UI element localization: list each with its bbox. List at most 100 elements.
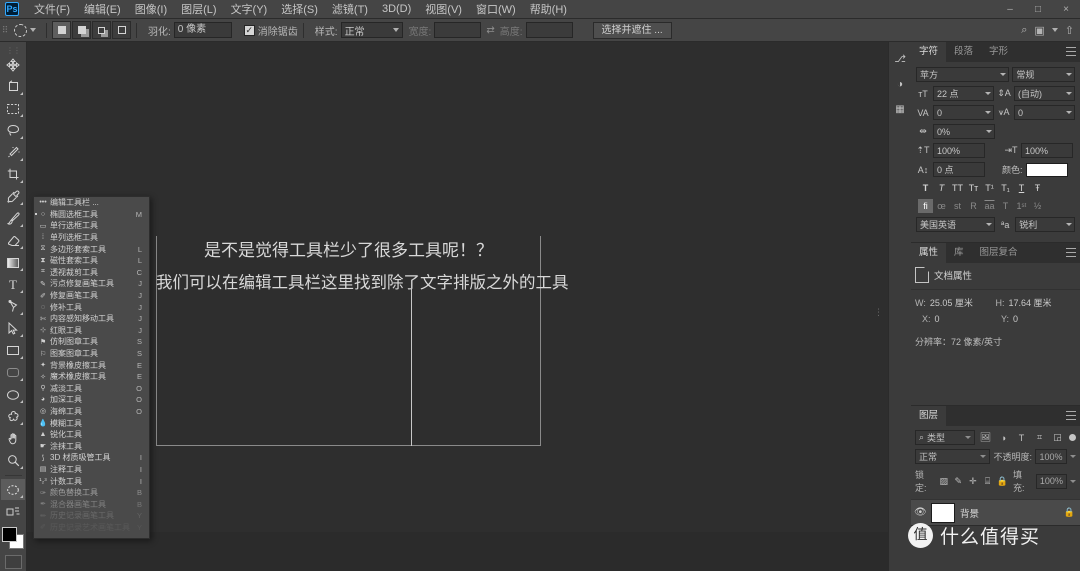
flyout-item-patch-tool[interactable]: ◌ 修补工具 J bbox=[34, 301, 149, 313]
flyout-item-spot-healing-brush[interactable]: ✎ 污点修复画笔工具 J bbox=[34, 278, 149, 290]
flyout-item-polygonal-lasso[interactable]: ⧖ 多边形套索工具 L bbox=[34, 243, 149, 255]
smart-object-filter-icon[interactable]: ◲ bbox=[1050, 430, 1065, 445]
lock-position-icon[interactable]: ✛ bbox=[967, 476, 979, 487]
rectangular-marquee-tool[interactable] bbox=[1, 98, 25, 119]
artboard-tool[interactable] bbox=[1, 76, 25, 97]
eyedropper-tool[interactable] bbox=[1, 186, 25, 207]
pixel-filter-icon[interactable]: 🖼 bbox=[978, 430, 993, 445]
contextual-alternates-button[interactable]: œ bbox=[934, 199, 949, 213]
flyout-item-3d-material-eyedropper[interactable]: ⟆ 3D 材质吸管工具 I bbox=[34, 452, 149, 464]
menu-help[interactable]: 帮助(H) bbox=[523, 0, 574, 19]
small-caps-button[interactable]: Tт bbox=[966, 181, 981, 195]
menu-layer[interactable]: 图层(L) bbox=[174, 0, 223, 19]
flyout-item-single-column-marquee[interactable]: ⁞ 单列选框工具 bbox=[34, 232, 149, 244]
rounded-rectangle-tool[interactable] bbox=[1, 362, 25, 383]
width-input[interactable] bbox=[434, 22, 482, 38]
flyout-item-sponge-tool[interactable]: ◎ 海绵工具 O bbox=[34, 406, 149, 418]
menu-file[interactable]: 文件(F) bbox=[27, 0, 77, 19]
flyout-item-pattern-stamp[interactable]: ⚐ 图案图章工具 S bbox=[34, 348, 149, 360]
underline-button[interactable]: T bbox=[1014, 181, 1029, 195]
tsume-input[interactable]: 0% bbox=[933, 124, 995, 139]
tracking-input[interactable]: 0 bbox=[1014, 105, 1075, 120]
menu-image[interactable]: 图像(I) bbox=[128, 0, 174, 19]
rectangle-tool[interactable] bbox=[1, 340, 25, 361]
menu-3d[interactable]: 3D(D) bbox=[375, 1, 418, 17]
color-icon[interactable]: ◑ bbox=[891, 75, 910, 94]
tab-layers[interactable]: 图层 bbox=[911, 406, 947, 426]
flyout-item-note-tool[interactable]: ▤ 注释工具 I bbox=[34, 464, 149, 476]
font-family-select[interactable]: 苹方 bbox=[916, 67, 1010, 82]
layer-thumbnail[interactable] bbox=[931, 502, 955, 523]
lock-transparent-icon[interactable]: ▨ bbox=[938, 476, 950, 487]
flyout-item-mixer-brush[interactable]: ✒ 混合器画笔工具 B bbox=[34, 498, 149, 510]
width-value[interactable]: 25.05 厘米 bbox=[930, 296, 973, 309]
flyout-item-blur-tool[interactable]: 💧 模糊工具 bbox=[34, 417, 149, 429]
swatches-icon[interactable]: ▦ bbox=[891, 100, 910, 119]
lock-image-icon[interactable]: ✎ bbox=[953, 476, 965, 487]
tab-glyphs[interactable]: 字形 bbox=[981, 42, 1016, 62]
menu-select[interactable]: 选择(S) bbox=[274, 0, 325, 19]
titling-alternates-button[interactable]: aa bbox=[982, 199, 997, 213]
new-selection-button[interactable] bbox=[52, 21, 71, 39]
flyout-item-dodge-tool[interactable]: ⚲ 减淡工具 O bbox=[34, 383, 149, 395]
flyout-item-perspective-crop[interactable]: ⌗ 透视裁剪工具 C bbox=[34, 267, 149, 279]
adjustment-filter-icon[interactable]: ◑ bbox=[996, 430, 1011, 445]
ellipse-marquee-tool-active[interactable] bbox=[1, 479, 25, 500]
stylistic-alternates-button[interactable]: T bbox=[998, 199, 1013, 213]
flyout-item-magnetic-lasso[interactable]: ⧗ 磁性套索工具 L bbox=[34, 255, 149, 267]
flyout-item-red-eye[interactable]: ⊹ 红眼工具 J bbox=[34, 325, 149, 337]
add-to-selection-button[interactable] bbox=[72, 21, 91, 39]
search-icon[interactable]: ⌕ bbox=[1021, 24, 1027, 37]
superscript-button[interactable]: T¹ bbox=[982, 181, 997, 195]
type-tool[interactable]: T bbox=[1, 274, 25, 295]
color-swatches[interactable] bbox=[1, 527, 25, 550]
panel-menu-icon[interactable] bbox=[1066, 248, 1076, 257]
kerning-input[interactable]: 0 bbox=[933, 105, 994, 120]
lock-artboard-icon[interactable]: ⌸ bbox=[982, 476, 994, 487]
close-icon[interactable]: × bbox=[1052, 0, 1080, 19]
canvas-area[interactable]: 是不是觉得工具栏少了很多工具呢！？ 我们可以在编辑工具栏这里找到除了文字排版之外… bbox=[27, 42, 888, 571]
ordinals-button[interactable]: 1ˢᵗ bbox=[1014, 199, 1029, 213]
zoom-tool[interactable] bbox=[1, 450, 25, 471]
flyout-item-magic-eraser[interactable]: ✧ 魔术橡皮擦工具 E bbox=[34, 371, 149, 383]
faux-bold-button[interactable]: T bbox=[918, 181, 933, 195]
crop-tool[interactable] bbox=[1, 164, 25, 185]
baseline-shift-input[interactable]: 0 点 bbox=[933, 162, 985, 177]
tab-paragraph[interactable]: 段落 bbox=[946, 42, 981, 62]
move-tool[interactable] bbox=[1, 54, 25, 75]
layer-name[interactable]: 背景 bbox=[960, 506, 1059, 520]
font-style-select[interactable]: 常规 bbox=[1012, 67, 1075, 82]
tab-character[interactable]: 字符 bbox=[911, 42, 947, 62]
brush-tool[interactable] bbox=[1, 208, 25, 229]
panel-menu-icon[interactable] bbox=[1066, 47, 1076, 56]
eye-icon[interactable]: 👁 bbox=[914, 507, 927, 518]
horizontal-scale-input[interactable]: 100% bbox=[1021, 143, 1073, 158]
leading-input[interactable]: (自动) bbox=[1014, 86, 1075, 101]
chevron-down-icon[interactable] bbox=[1069, 479, 1076, 483]
flyout-item-smudge-tool[interactable]: ☛ 涂抹工具 bbox=[34, 440, 149, 452]
type-filter-icon[interactable]: T bbox=[1014, 430, 1029, 445]
flyout-item-art-history-brush[interactable]: ✐ 历史记录艺术画笔工具 Y bbox=[34, 522, 149, 534]
filter-toggle-switch[interactable] bbox=[1069, 434, 1076, 441]
menu-filter[interactable]: 滤镜(T) bbox=[325, 0, 375, 19]
magic-wand-tool[interactable] bbox=[1, 142, 25, 163]
y-value[interactable]: 0 bbox=[1013, 314, 1018, 324]
flyout-item-color-replacement[interactable]: ✑ 颜色替换工具 B bbox=[34, 487, 149, 499]
flyout-item-content-aware-move[interactable]: ✄ 内容感知移动工具 J bbox=[34, 313, 149, 325]
foreground-color-swatch[interactable] bbox=[1, 527, 17, 542]
shape-filter-icon[interactable]: ⌗ bbox=[1032, 430, 1047, 445]
tool-preset-picker[interactable] bbox=[9, 23, 41, 37]
fill-input[interactable]: 100% bbox=[1035, 473, 1067, 489]
menu-view[interactable]: 视图(V) bbox=[418, 0, 469, 19]
edit-toolbar-button[interactable] bbox=[1, 501, 25, 522]
flyout-item-sharpen-tool[interactable]: ▲ 锐化工具 bbox=[34, 429, 149, 441]
text-color-swatch[interactable] bbox=[1025, 162, 1068, 177]
standard-ligatures-button[interactable]: fi bbox=[918, 199, 933, 213]
opacity-input[interactable]: 100% bbox=[1035, 449, 1067, 464]
strikethrough-button[interactable]: Ŧ bbox=[1030, 181, 1045, 195]
fractions-button[interactable]: ½ bbox=[1030, 199, 1045, 213]
layer-filter-select[interactable]: ⌕ 类型 bbox=[915, 430, 975, 445]
blend-mode-select[interactable]: 正常 bbox=[915, 449, 991, 464]
swash-button[interactable]: R bbox=[966, 199, 981, 213]
eraser-tool[interactable] bbox=[1, 230, 25, 251]
